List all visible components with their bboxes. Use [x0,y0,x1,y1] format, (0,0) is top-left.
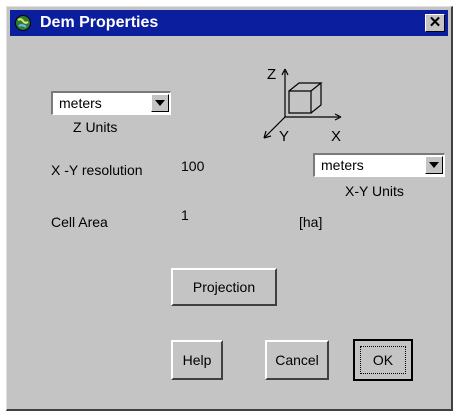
cancel-button-label: Cancel [275,352,319,368]
chevron-down-icon[interactable] [151,94,169,112]
cell-area-label: Cell Area [51,214,108,230]
cell-area-value: 1 [181,207,189,223]
dem-properties-dialog: Dem Properties ✕ meters Z Units Z Y X X … [6,6,453,411]
xy-units-dropdown[interactable]: meters [313,153,445,177]
projection-button-label: Projection [192,279,256,295]
xyz-axes-icon: Z Y X [263,66,342,145]
help-button-label: Help [182,352,212,368]
close-button[interactable]: ✕ [425,14,445,32]
close-icon: ✕ [428,14,442,31]
xy-resolution-label: X -Y resolution [51,162,143,178]
z-units-value: meters [59,95,102,111]
ok-button-label: OK [372,352,394,368]
x-axis-label: X [331,128,341,145]
y-axis-label: Y [279,128,289,145]
cell-area-unit: [ha] [299,214,323,230]
globe-app-icon [15,15,31,31]
title-bar[interactable]: Dem Properties ✕ [10,10,448,36]
z-units-caption: Z Units [73,119,118,135]
z-axis-label: Z [267,66,276,83]
cancel-button[interactable]: Cancel [265,340,329,380]
xy-units-value: meters [321,157,364,173]
z-units-dropdown[interactable]: meters [51,91,171,115]
xy-units-caption: X-Y Units [345,183,404,199]
xy-resolution-value: 100 [181,158,205,174]
window-title: Dem Properties [40,14,159,31]
ok-button[interactable]: OK [353,339,413,381]
chevron-down-icon[interactable] [425,156,443,174]
help-button[interactable]: Help [171,340,223,380]
projection-button[interactable]: Projection [171,268,277,306]
